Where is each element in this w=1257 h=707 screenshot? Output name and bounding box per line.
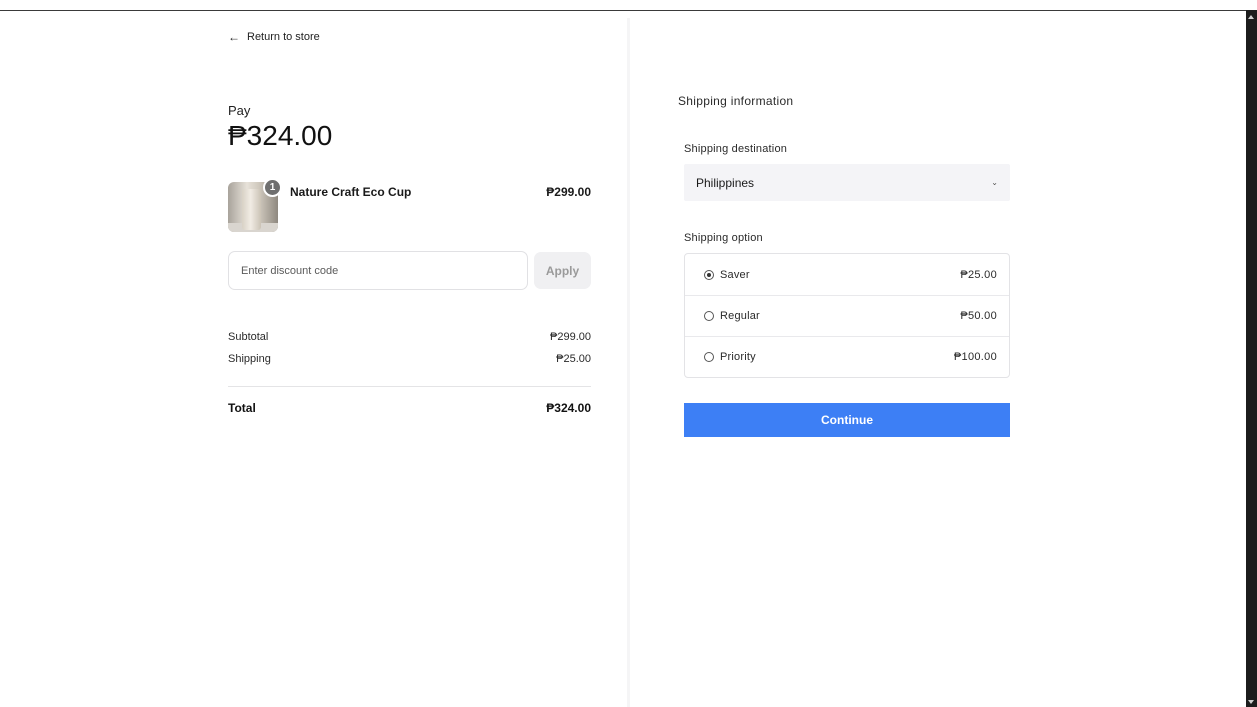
pay-amount: ₱324.00 [228, 120, 333, 151]
scroll-down-icon[interactable] [1248, 700, 1254, 704]
option-price: ₱100.00 [953, 351, 997, 363]
selected-country: Philippines [696, 175, 755, 190]
summary-divider [228, 386, 591, 387]
subtotal-row: Subtotal ₱299.00 [228, 331, 591, 343]
shipping-label: Shipping [228, 353, 271, 365]
total-row: Total ₱324.00 [228, 401, 591, 415]
shipping-row: Shipping ₱25.00 [228, 353, 591, 365]
shipping-option-priority[interactable]: Priority ₱100.00 [685, 336, 1009, 377]
radio-selected-icon[interactable] [704, 269, 714, 280]
chevron-down-icon: ⌄ [991, 178, 998, 187]
continue-button[interactable]: Continue [684, 403, 1010, 437]
scrollbar[interactable] [1246, 10, 1257, 707]
shipping-value: ₱25.00 [556, 353, 591, 365]
quantity-badge: 1 [263, 178, 282, 197]
shipping-option-label: Shipping option [684, 232, 763, 244]
pay-label: Pay [228, 103, 251, 118]
option-price: ₱50.00 [960, 310, 997, 322]
line-item: 1 Nature Craft Eco Cup ₱299.00 [228, 178, 591, 234]
arrow-left-icon: ← [228, 30, 240, 44]
shipping-option-saver[interactable]: Saver ₱25.00 [685, 254, 1009, 295]
shipping-option-regular[interactable]: Regular ₱50.00 [685, 295, 1009, 336]
subtotal-value: ₱299.00 [550, 331, 591, 343]
total-label: Total [228, 401, 256, 415]
apply-discount-button[interactable]: Apply [534, 252, 591, 289]
product-price: ₱299.00 [546, 185, 591, 199]
radio-unselected-icon[interactable] [704, 311, 714, 321]
shipping-info-title: Shipping information [678, 94, 794, 108]
discount-code-input[interactable] [228, 251, 528, 290]
column-divider [627, 18, 630, 707]
option-label: Saver [720, 268, 750, 281]
shipping-options: Saver ₱25.00 Regular ₱50.00 Priority ₱10… [684, 253, 1010, 378]
product-name: Nature Craft Eco Cup [290, 185, 412, 199]
option-price: ₱25.00 [960, 268, 997, 281]
shipping-destination-label: Shipping destination [684, 143, 788, 155]
subtotal-label: Subtotal [228, 331, 269, 343]
shipping-destination-select[interactable]: Philippines ⌄ [684, 164, 1010, 201]
return-to-store-label: Return to store [247, 31, 320, 43]
return-to-store-link[interactable]: ← Return to store [228, 30, 320, 44]
total-value: ₱324.00 [546, 401, 591, 415]
top-border [0, 10, 1246, 11]
radio-unselected-icon[interactable] [704, 352, 714, 362]
option-label: Priority [720, 351, 756, 363]
scroll-up-icon[interactable] [1248, 15, 1254, 19]
option-label: Regular [720, 310, 760, 322]
